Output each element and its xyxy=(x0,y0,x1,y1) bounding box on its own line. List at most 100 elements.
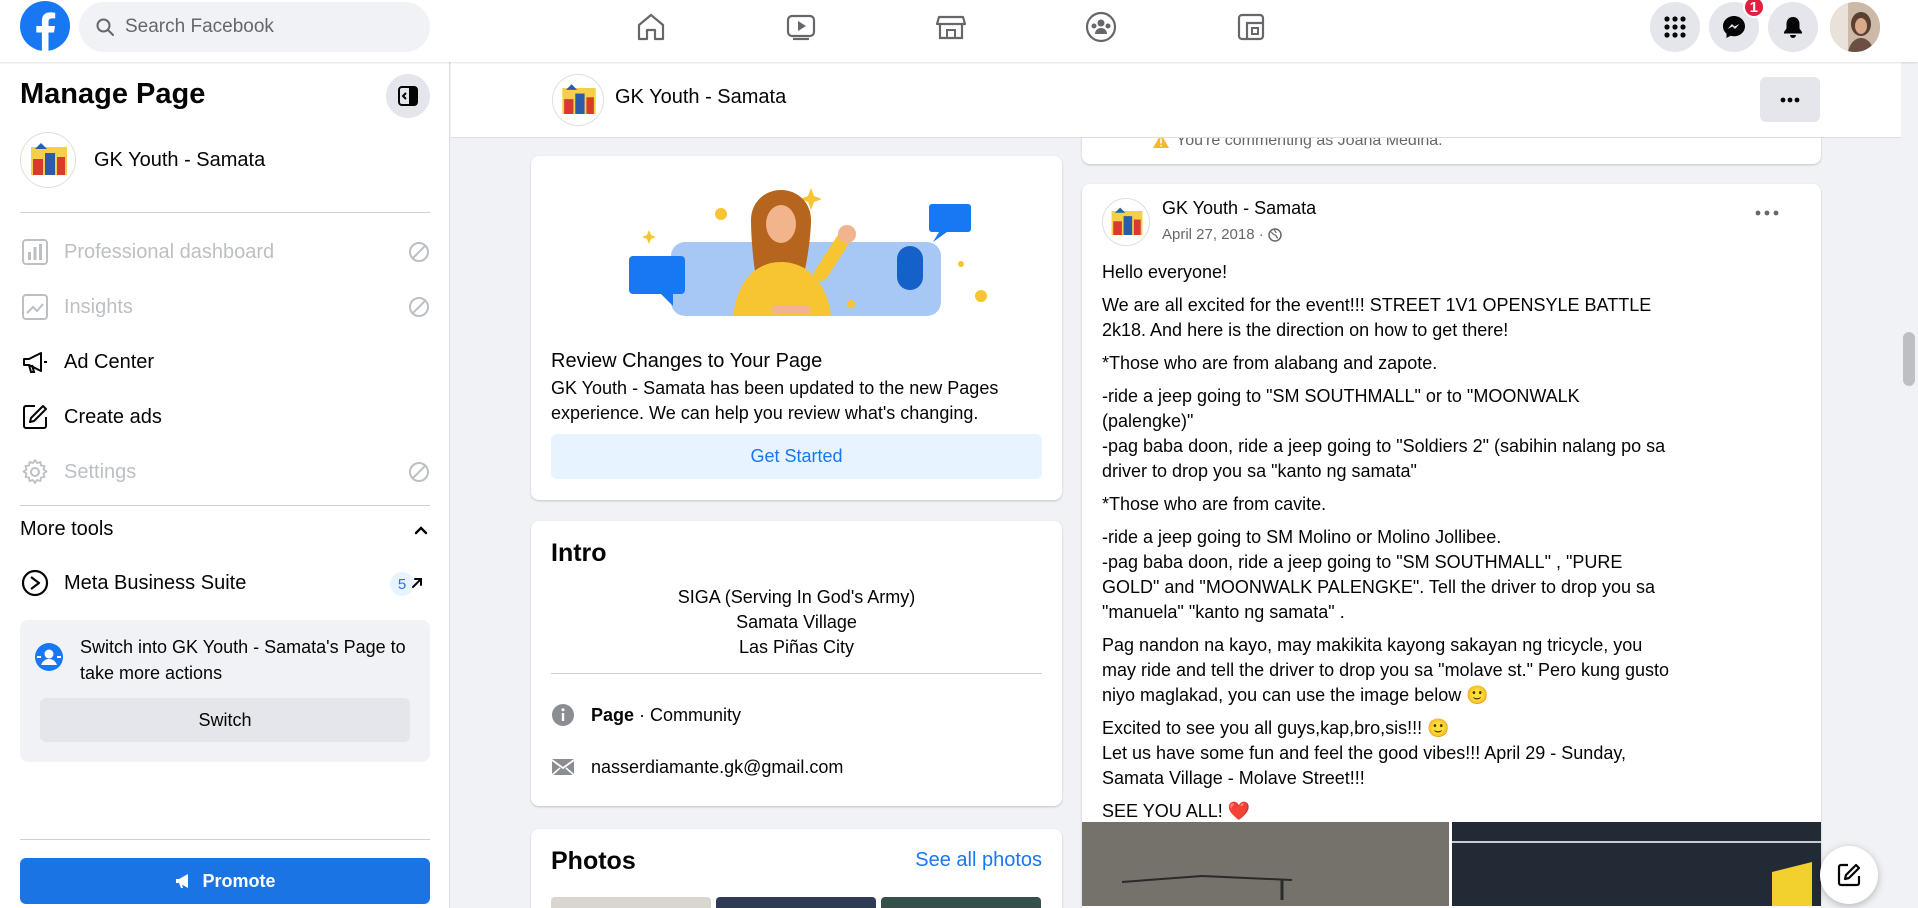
email-link[interactable]: nasserdiamante.gk@gmail.com xyxy=(591,757,843,778)
menu-button[interactable] xyxy=(1650,2,1700,52)
page-type-label[interactable]: Page xyxy=(591,705,634,726)
sidebar-item-ad-center[interactable]: Ad Center xyxy=(20,339,430,385)
post-paragraph: *Those who are from cavite. xyxy=(1102,494,1327,514)
get-started-button[interactable]: Get Started xyxy=(551,434,1042,479)
notifications-button[interactable] xyxy=(1768,2,1818,52)
review-changes-card: Review Changes to Your Page GK Youth - S… xyxy=(531,156,1062,500)
promote-label: Promote xyxy=(202,870,276,891)
sidebar-item-professional-dashboard[interactable]: Professional dashboard xyxy=(20,229,430,275)
more-options-icon xyxy=(1755,210,1791,216)
post-paragraph: Excited to see you all guys,kap,bro,sis!… xyxy=(1102,718,1627,788)
page-avatar xyxy=(20,132,76,188)
globe-icon xyxy=(1267,227,1282,242)
photos-title: Photos xyxy=(551,847,636,875)
sidebar-item-meta-business-suite[interactable]: Meta Business Suite 5 xyxy=(20,560,430,606)
sidebar-divider xyxy=(20,212,430,213)
megaphone-icon xyxy=(20,347,50,377)
sidebar-toggle-icon xyxy=(397,85,419,107)
email-row: nasserdiamante.gk@gmail.com xyxy=(551,755,843,779)
megaphone-icon xyxy=(174,871,194,891)
bell-icon xyxy=(1781,15,1805,39)
edit-icon xyxy=(20,402,50,432)
sidebar-item-settings[interactable]: Settings xyxy=(20,449,430,495)
search-input[interactable] xyxy=(125,16,405,38)
page-header-name: GK Youth - Samata xyxy=(615,86,787,108)
info-icon xyxy=(551,703,575,727)
sidebar-item-insights[interactable]: Insights xyxy=(20,284,430,330)
post-paragraph: SEE YOU ALL! ❤️ xyxy=(1102,801,1251,821)
switch-profile-text: Switch into GK Youth - Samata's Page to … xyxy=(80,637,406,683)
scrollbar-thumb[interactable] xyxy=(1903,332,1915,386)
page-options-button[interactable] xyxy=(1760,77,1820,122)
meta-business-suite-icon xyxy=(20,568,50,598)
external-link-icon xyxy=(408,574,430,596)
home-tab[interactable] xyxy=(591,0,711,54)
promote-button[interactable]: Promote xyxy=(20,858,430,904)
post-photo[interactable] xyxy=(1452,822,1821,906)
page-scrollbar[interactable] xyxy=(1901,62,1918,908)
post-photo[interactable] xyxy=(1082,822,1449,906)
page-header: GK Youth - Samata xyxy=(451,62,1901,138)
page-avatar[interactable] xyxy=(552,74,604,126)
photo-thumbnail[interactable] xyxy=(551,897,711,908)
page-category: · Community xyxy=(634,704,742,725)
facebook-logo-icon[interactable] xyxy=(20,1,70,51)
post-paragraph: -ride a jeep going to SM Molino or Molin… xyxy=(1102,527,1656,622)
new-message-button[interactable] xyxy=(1820,846,1878,904)
compose-icon xyxy=(1836,862,1862,888)
more-tools-label: More tools xyxy=(20,518,114,540)
more-options-icon xyxy=(1780,97,1800,103)
watch-tab[interactable] xyxy=(741,0,861,54)
groups-icon xyxy=(1084,10,1118,44)
more-tools-header[interactable]: More tools xyxy=(20,518,430,541)
sidebar-item-create-ads[interactable]: Create ads xyxy=(20,394,430,440)
photo-thumbnail[interactable] xyxy=(716,897,876,908)
gaming-tab[interactable] xyxy=(1191,0,1311,54)
chevron-up-icon xyxy=(412,521,430,539)
intro-bio: SIGA (Serving In God's Army) Samata Vill… xyxy=(551,585,1042,660)
sidebar-item-label: Create ads xyxy=(64,405,162,428)
envelope-icon xyxy=(551,755,575,779)
manage-page-sidebar: Manage Page GK Youth - Samata Profession… xyxy=(0,62,450,908)
sidebar-item-label: Ad Center xyxy=(64,350,155,373)
post-date[interactable]: April 27, 2018 · xyxy=(1162,226,1264,243)
marketplace-tab[interactable] xyxy=(891,0,1011,54)
sidebar-title: Manage Page xyxy=(20,78,206,110)
intro-title: Intro xyxy=(551,539,607,567)
blocked-icon xyxy=(408,296,430,318)
messenger-icon xyxy=(1721,14,1747,40)
sidebar-page-name: GK Youth - Samata xyxy=(94,148,266,171)
gear-icon xyxy=(20,457,50,487)
review-card-description: GK Youth - Samata has been updated to th… xyxy=(551,378,999,423)
watch-icon xyxy=(785,11,817,43)
post-body: Hello everyone! We are all excited for t… xyxy=(1102,260,1672,832)
post-options-button[interactable] xyxy=(1755,210,1791,230)
collapse-sidebar-button[interactable] xyxy=(386,74,430,118)
photos-card: Photos See all photos xyxy=(531,829,1062,908)
sidebar-page-profile[interactable]: GK Youth - Samata xyxy=(20,132,265,188)
switch-button[interactable]: Switch xyxy=(40,698,410,742)
intro-divider xyxy=(551,673,1042,674)
marketplace-icon xyxy=(935,11,967,43)
post-paragraph: *Those who are from alabang and zapote. xyxy=(1102,353,1438,373)
see-all-photos-link[interactable]: See all photos xyxy=(915,849,1042,872)
sidebar-item-label: Insights xyxy=(64,295,133,318)
blocked-icon xyxy=(408,461,430,483)
messenger-badge: 1 xyxy=(1742,0,1765,18)
messenger-button[interactable]: 1 xyxy=(1709,0,1765,52)
search-icon xyxy=(95,17,115,37)
groups-tab[interactable] xyxy=(1041,0,1161,54)
intro-card: Intro SIGA (Serving In God's Army) Samat… xyxy=(531,521,1062,806)
post-author-name[interactable]: GK Youth - Samata xyxy=(1162,198,1316,219)
sidebar-divider xyxy=(20,505,430,506)
dashboard-icon xyxy=(20,237,50,267)
photo-thumbnail[interactable] xyxy=(881,897,1041,908)
account-avatar[interactable] xyxy=(1830,2,1880,52)
sidebar-item-label: Meta Business Suite xyxy=(64,571,247,594)
profile-switch-icon xyxy=(34,642,64,672)
top-navigation-bar: 1 xyxy=(0,0,1918,62)
post-author-avatar[interactable] xyxy=(1102,198,1150,246)
switch-profile-box: Switch into GK Youth - Samata's Page to … xyxy=(20,620,430,762)
search-bar[interactable] xyxy=(79,2,430,52)
review-card-title: Review Changes to Your Page xyxy=(551,350,823,372)
